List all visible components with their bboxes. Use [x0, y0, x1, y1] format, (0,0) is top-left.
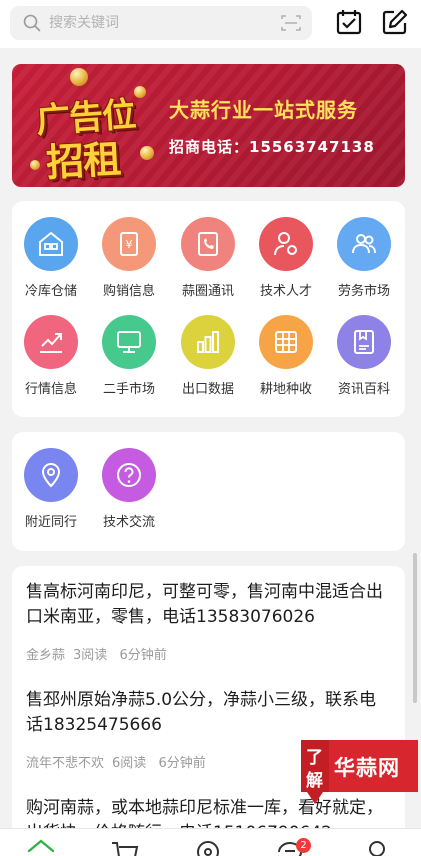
post-time: 6分钟前 [119, 648, 167, 663]
ad-badge: 广告位 招租 [34, 84, 152, 185]
book-icon [354, 330, 374, 354]
extras-card: 附近同行 技术交流 [12, 432, 405, 551]
bar-chart-icon [197, 331, 219, 353]
service-icon-circle [181, 217, 235, 271]
service-label: 耕地种收 [259, 382, 312, 397]
bottom-nav [0, 828, 421, 856]
post-author: 流年不悲不欢 6阅读 [26, 756, 147, 771]
service-icon-circle [24, 315, 78, 369]
search-icon [23, 14, 41, 32]
service-nearby-peers[interactable]: 附近同行 [12, 448, 90, 540]
service-icon-circle [337, 217, 391, 271]
service-icon-circle [259, 217, 313, 271]
post-text: 售邳州原始净蒜5.0公分，净蒜小三级，联系电话18325475666 [26, 690, 377, 735]
person-gear-icon [274, 232, 297, 256]
grid-field-icon [275, 331, 297, 353]
site-watermark: 了 解 华蒜网 [301, 740, 418, 804]
post-time: 6分钟前 [158, 756, 206, 771]
cart-icon[interactable] [110, 839, 140, 856]
ad-banner[interactable]: 广告位 招租 大蒜行业一站式服务 招商电话：15563747138 [12, 64, 405, 187]
service-label: 附近同行 [24, 515, 77, 530]
monitor-icon [117, 331, 141, 353]
service-trade-info[interactable]: ¥ 购销信息 [90, 217, 168, 309]
watermark-tag: 了 解 [301, 740, 329, 792]
warehouse-icon [39, 231, 63, 256]
service-label: 二手市场 [102, 382, 155, 397]
service-farmland[interactable]: 耕地种收 [247, 315, 325, 407]
calendar-check-icon[interactable] [336, 9, 362, 35]
svg-text:¥: ¥ [126, 238, 133, 251]
service-label: 购销信息 [102, 284, 155, 299]
home-icon[interactable] [26, 839, 56, 856]
service-label: 蒜圈通讯 [181, 284, 234, 299]
service-export-data[interactable]: 出口数据 [169, 315, 247, 407]
phone-book-icon [198, 232, 218, 256]
message-badge: 2 [296, 838, 311, 853]
profile-icon[interactable] [362, 839, 392, 856]
post-author: 金乡蒜 3阅读 [26, 648, 108, 663]
chart-up-icon [40, 333, 62, 353]
search-bar[interactable]: 搜索关键词 [10, 6, 312, 40]
post-meta: 金乡蒜 3阅读 6分钟前 [26, 644, 391, 663]
service-icon-circle [24, 448, 78, 502]
service-icon-circle [181, 315, 235, 369]
top-bar: 搜索关键词 [0, 0, 421, 48]
service-label: 冷库仓储 [24, 284, 77, 299]
service-icon-circle [259, 315, 313, 369]
service-label: 劳务市场 [337, 284, 390, 299]
service-label: 技术交流 [102, 515, 155, 530]
banner-phone: 招商电话：15563747138 [169, 138, 375, 156]
watermark-notch [307, 792, 323, 804]
watermark-brand: 华蒜网 [334, 756, 400, 780]
watermark-tag-char: 了 [306, 748, 323, 768]
service-market-quotes[interactable]: 行情信息 [12, 315, 90, 407]
post-item[interactable]: 售高标河南印尼，可整可零，售河南中混适合出口米南亚，零售，电话135830760… [26, 580, 391, 663]
service-icon-circle [24, 217, 78, 271]
services-card: 冷库仓储 ¥ 购销信息 蒜圈通讯 技术人才 劳务市场 行情信息 二手市场 出口数… [12, 201, 405, 417]
post-text: 售高标河南印尼，可整可零，售河南中混适合出口米南亚，零售，电话135830760… [26, 582, 383, 627]
service-tech-exchange[interactable]: 技术交流 [90, 448, 168, 540]
service-cold-storage[interactable]: 冷库仓储 [12, 217, 90, 309]
edit-icon[interactable] [382, 9, 408, 35]
question-icon [117, 463, 141, 487]
location-pin-icon [41, 463, 61, 488]
scrollbar[interactable] [413, 553, 417, 703]
service-labor-market[interactable]: 劳务市场 [325, 217, 403, 309]
service-talent[interactable]: 技术人才 [247, 217, 325, 309]
discover-icon[interactable] [193, 839, 223, 856]
service-label: 技术人才 [259, 284, 312, 299]
badge-line2: 招租 [45, 137, 122, 185]
service-encyclopedia[interactable]: 资讯百科 [325, 315, 403, 407]
group-icon [352, 234, 376, 254]
banner-title: 大蒜行业一站式服务 [169, 98, 358, 122]
service-label: 资讯百科 [337, 382, 390, 397]
search-input[interactable]: 搜索关键词 [49, 14, 119, 32]
service-label: 行情信息 [24, 382, 77, 397]
service-icon-circle [102, 448, 156, 502]
post-feed: 售高标河南印尼，可整可零，售河南中混适合出口米南亚，零售，电话135830760… [12, 566, 405, 856]
service-icon-circle: ¥ [102, 217, 156, 271]
watermark-tag-char: 解 [306, 771, 323, 791]
scan-icon[interactable] [281, 14, 301, 32]
service-label: 出口数据 [181, 382, 234, 397]
service-contacts[interactable]: 蒜圈通讯 [169, 217, 247, 309]
service-icon-circle [102, 315, 156, 369]
receipt-icon: ¥ [120, 232, 138, 256]
service-second-hand[interactable]: 二手市场 [90, 315, 168, 407]
service-icon-circle [337, 315, 391, 369]
